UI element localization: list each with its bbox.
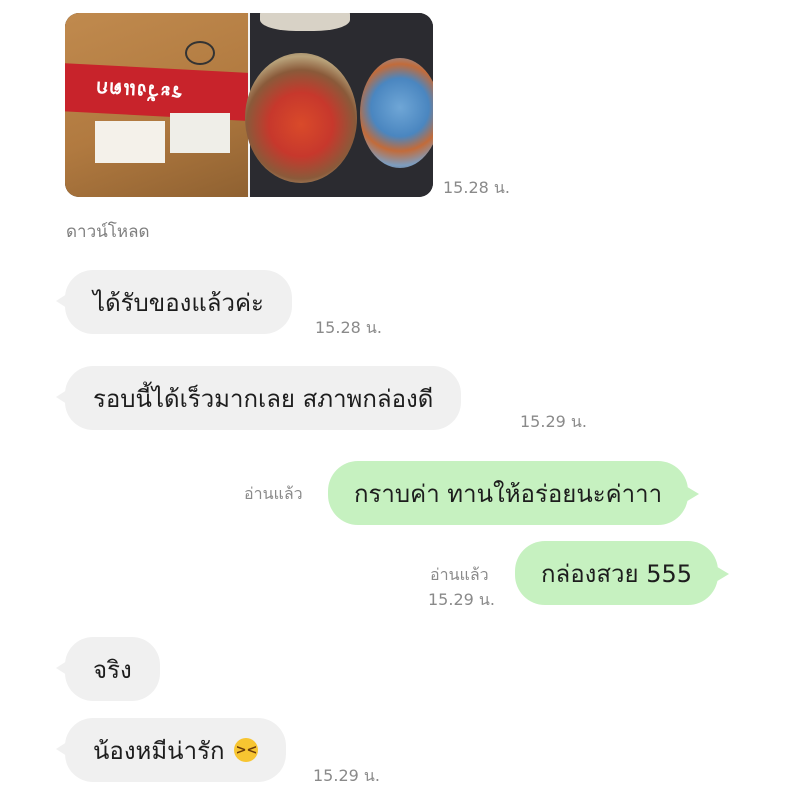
read-receipt: อ่านแล้ว — [430, 565, 489, 584]
cookie-tin-blue — [360, 58, 433, 168]
message-time: 15.29 น. — [428, 590, 495, 609]
shipping-box-photo: ระวังแตก — [65, 13, 257, 197]
message-time: 15.29 น. — [520, 412, 587, 431]
cookie-tins-photo — [245, 13, 433, 197]
message-text: ได้รับของแล้วค่ะ — [93, 288, 264, 317]
download-link[interactable]: ดาวน์โหลด — [66, 218, 150, 245]
incoming-message[interactable]: จริง — [56, 637, 160, 701]
message-text: รอบนี้ได้เร็วมากเลย สภาพกล่องดี — [93, 384, 434, 413]
laughing-face-emoji-icon: >< — [234, 738, 259, 762]
message-text: น้องหมีน่ารัก — [93, 736, 225, 765]
read-receipt: อ่านแล้ว — [244, 484, 303, 503]
incoming-message[interactable]: ได้รับของแล้วค่ะ — [56, 270, 292, 334]
box-marker-circle — [185, 41, 215, 65]
photo-message-time: 15.28 น. — [443, 178, 510, 197]
outgoing-message[interactable]: กราบค่า ทานให้อร่อยนะค่าาา — [328, 461, 700, 525]
shipping-label-secondary — [170, 113, 230, 153]
incoming-message[interactable]: น้องหมีน่ารัก >< — [55, 718, 287, 782]
outgoing-message[interactable]: กล่องสวย 555 — [515, 541, 729, 605]
fragile-tape-text: ระวังแตก — [94, 76, 184, 106]
message-text: จริง — [93, 655, 132, 684]
message-time: 15.28 น. — [315, 318, 382, 337]
cloth — [260, 13, 350, 31]
photo-message[interactable]: ระวังแตก — [65, 13, 433, 197]
message-time: 15.29 น. — [313, 766, 380, 785]
cookie-tin-red — [245, 53, 357, 183]
incoming-message[interactable]: รอบนี้ได้เร็วมากเลย สภาพกล่องดี — [55, 366, 462, 430]
message-text: กล่องสวย 555 — [541, 559, 692, 588]
shipping-label — [95, 121, 165, 163]
message-text: กราบค่า ทานให้อร่อยนะค่าาา — [354, 479, 663, 508]
